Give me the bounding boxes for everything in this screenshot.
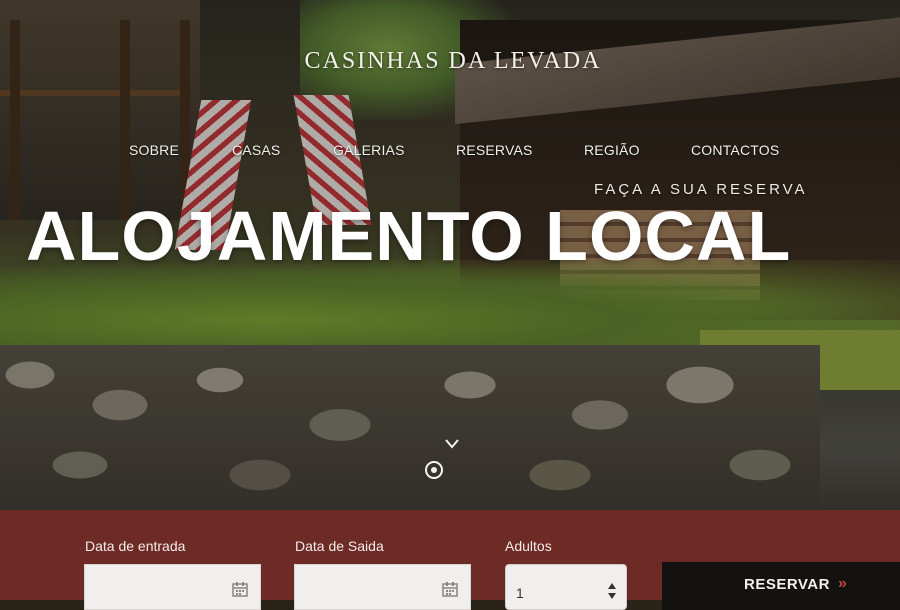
nav-item-sobre[interactable]: SOBRE <box>129 142 179 158</box>
adults-label: Adultos <box>505 538 552 554</box>
select-arrows-icon <box>608 583 616 599</box>
checkin-date-field[interactable] <box>84 564 261 610</box>
checkout-date-field[interactable] <box>294 564 471 610</box>
checkout-label: Data de Saida <box>295 538 384 554</box>
adults-value: 1 <box>516 585 524 601</box>
calendar-icon[interactable] <box>442 581 458 597</box>
nav-item-regiao[interactable]: REGIÃO <box>584 142 640 158</box>
booking-bar: Data de entrada Data de Saida Adultos 1 … <box>0 510 900 610</box>
hero-section: CASINHAS DA LEVADA SOBRE CASAS GALERIAS … <box>0 0 900 510</box>
chevron-down-icon[interactable] <box>444 437 460 451</box>
reserve-button[interactable]: RESERVAR » <box>662 562 900 610</box>
hero-headline: ALOJAMENTO LOCAL <box>26 197 792 275</box>
calendar-icon[interactable] <box>232 581 248 597</box>
nav-item-casas[interactable]: CASAS <box>232 142 280 158</box>
adults-select[interactable]: 1 <box>505 564 627 610</box>
nav-item-contactos[interactable]: CONTACTOS <box>691 142 779 158</box>
checkin-label: Data de entrada <box>85 538 186 554</box>
nav-item-reservas[interactable]: RESERVAS <box>456 142 533 158</box>
nav-item-galerias[interactable]: GALERIAS <box>333 142 405 158</box>
reserve-button-label: RESERVAR <box>744 576 830 593</box>
double-chevron-right-icon: » <box>838 575 847 592</box>
main-nav: SOBRE CASAS GALERIAS RESERVAS REGIÃO CON… <box>0 142 900 162</box>
site-title[interactable]: CASINHAS DA LEVADA <box>0 48 900 75</box>
scroll-indicator-icon[interactable] <box>425 461 443 479</box>
